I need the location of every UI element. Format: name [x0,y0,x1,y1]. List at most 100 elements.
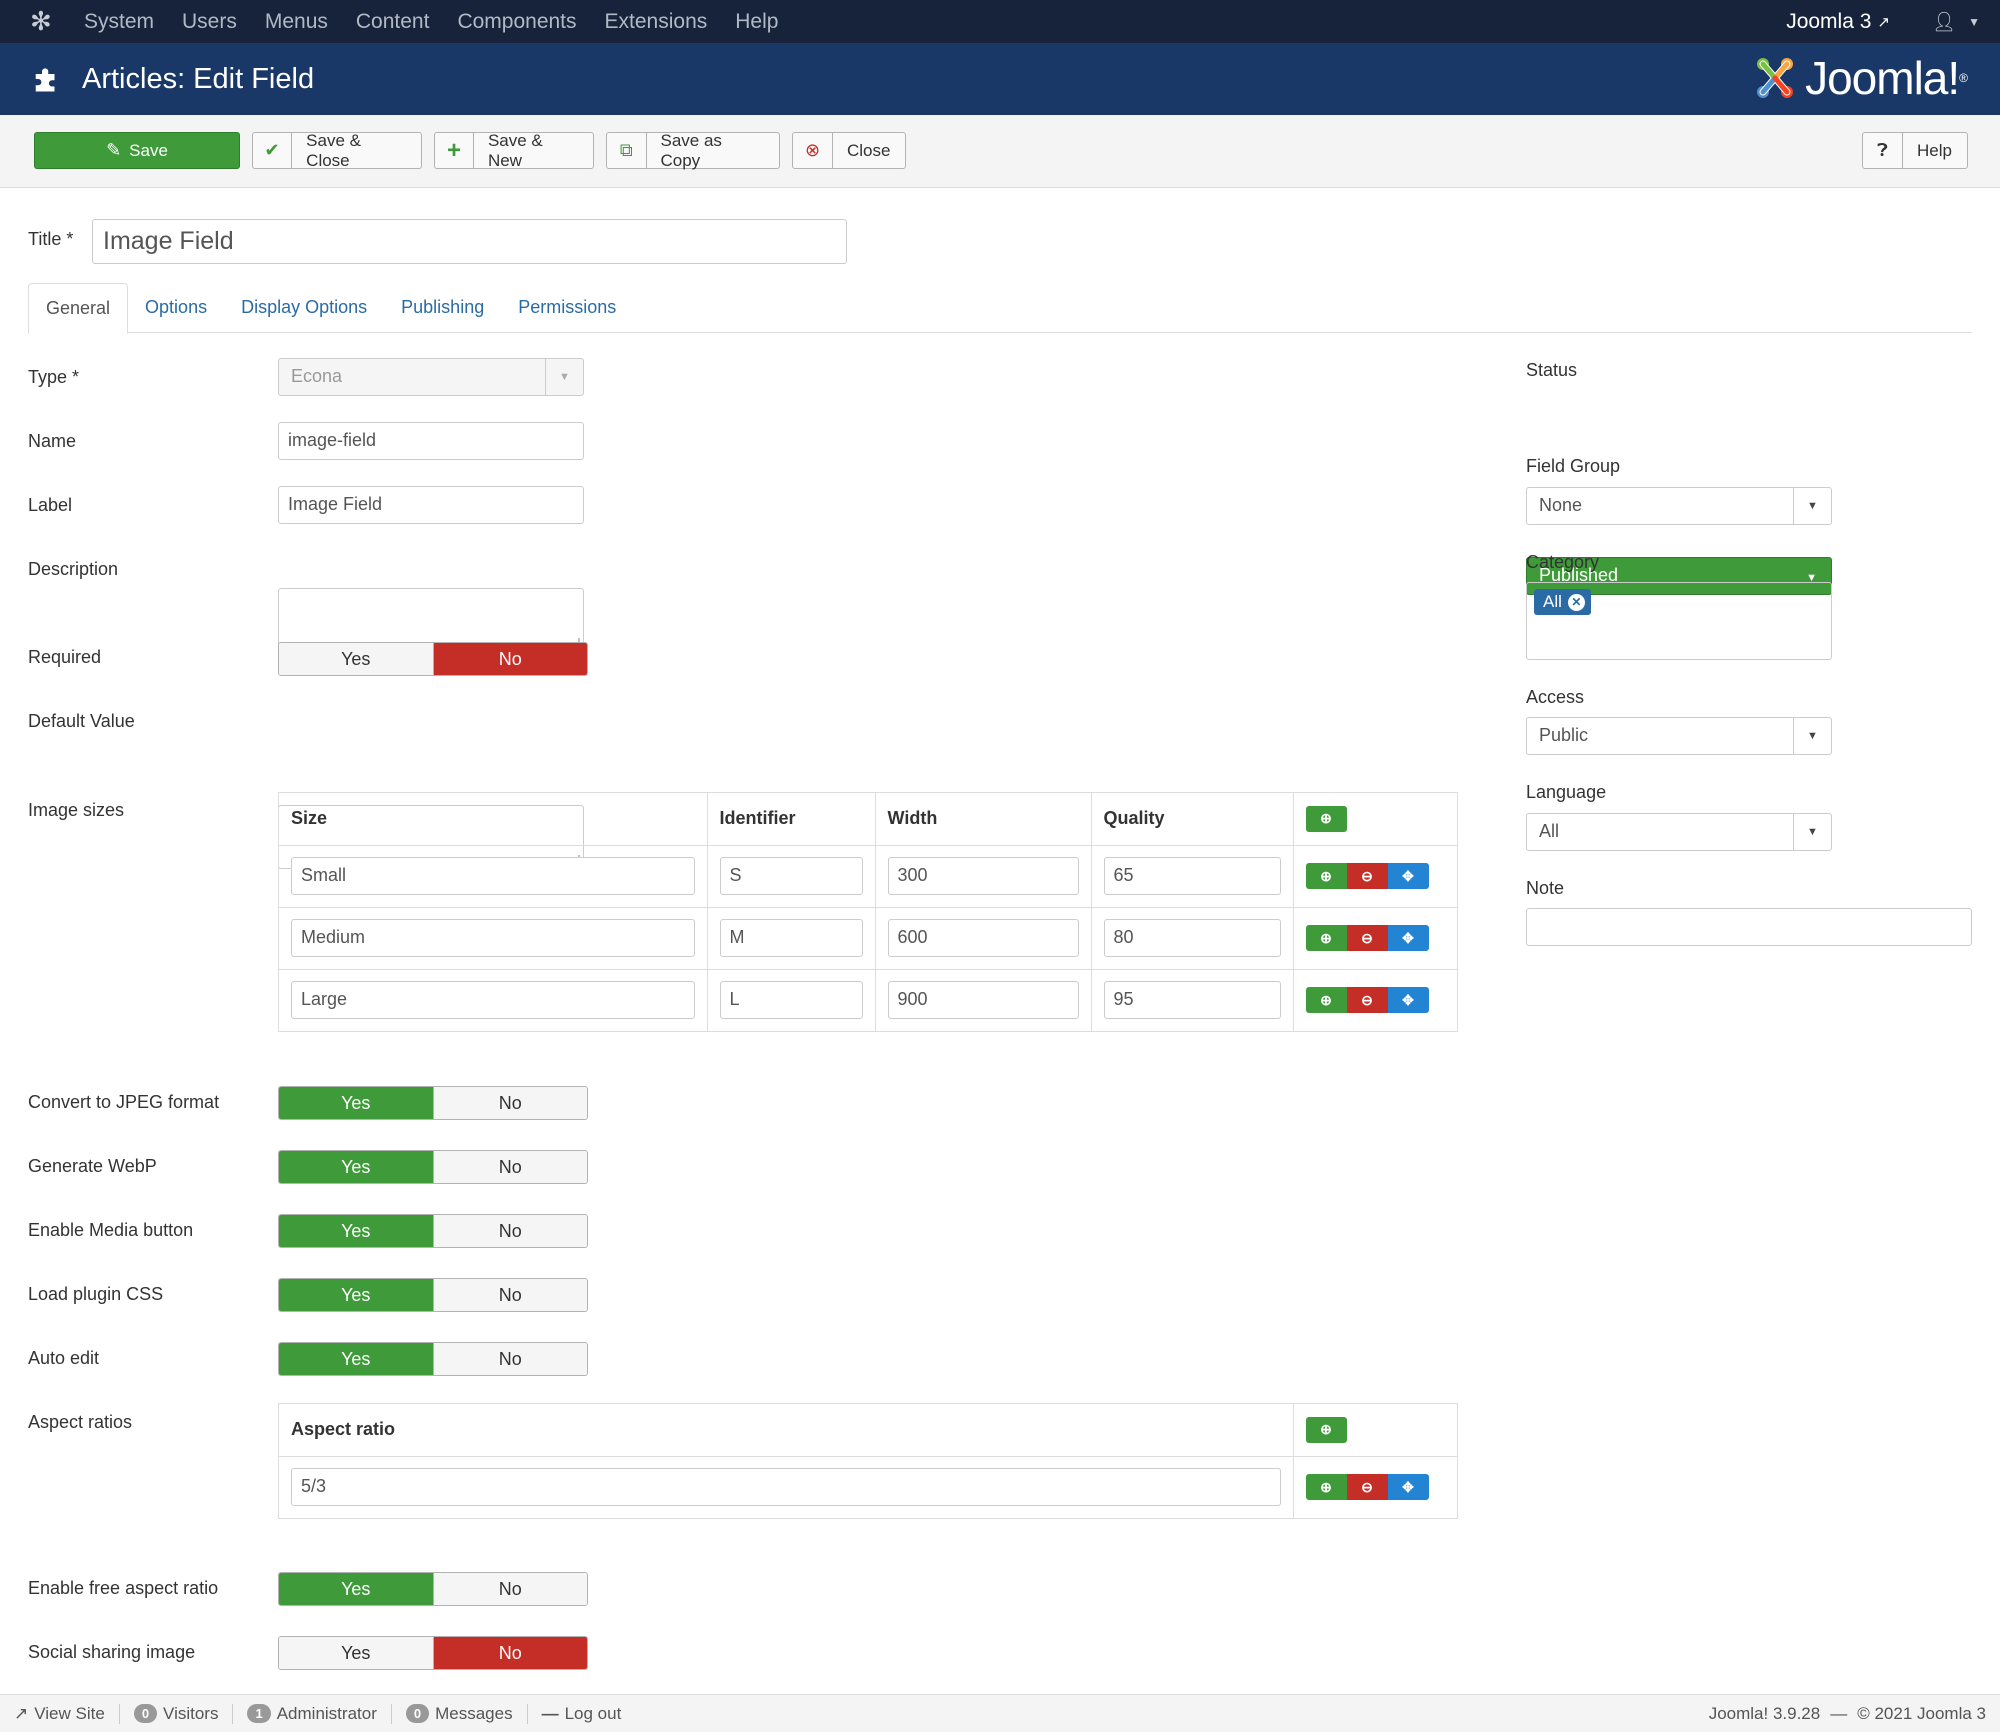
tab-display-options[interactable]: Display Options [224,283,384,332]
tab-general[interactable]: General [28,283,129,334]
save-button[interactable]: ✎ Save [34,132,240,169]
administrator-link[interactable]: 1 Administrator [232,1703,390,1724]
quality-input[interactable]: 65 [1103,857,1281,895]
webp-yes[interactable]: Yes [279,1151,433,1183]
auto-edit-toggle[interactable]: Yes No [278,1342,588,1376]
width-input[interactable]: 600 [887,919,1079,957]
tab-options[interactable]: Options [128,283,224,332]
width-input[interactable]: 900 [887,981,1079,1020]
media-button-no[interactable]: No [432,1215,587,1247]
quality-input[interactable]: 80 [1103,919,1281,957]
column-header-identifier: Identifier [707,793,876,846]
size-input[interactable]: Small [291,857,695,895]
add-row-button[interactable]: ⊕ [1305,987,1347,1014]
name-input[interactable]: image-field [278,422,584,460]
convert-jpeg-toggle[interactable]: Yes No [278,1086,588,1120]
plugin-css-toggle[interactable]: Yes No [278,1278,588,1312]
note-label: Note [1526,878,1565,898]
plugin-css-yes[interactable]: Yes [279,1279,433,1311]
auto-edit-no[interactable]: No [432,1343,587,1375]
remove-row-button[interactable]: ⊖ [1346,1474,1388,1501]
aspect-ratios-table: Aspect ratio ⊕ 5/3 ⊕ ⊖ ✥ [278,1403,1458,1519]
move-row-handle[interactable]: ✥ [1387,925,1429,951]
add-row-button[interactable]: ⊕ [1305,805,1347,832]
access-select[interactable]: Public ▼ [1526,717,1832,755]
menu-system[interactable]: System [84,10,154,34]
messages-link[interactable]: 0 Messages [390,1703,527,1724]
free-aspect-no[interactable]: No [432,1573,587,1605]
chevron-down-icon[interactable]: ▼ [1968,15,1980,29]
required-no[interactable]: No [432,643,587,675]
width-input[interactable]: 300 [887,857,1079,895]
size-input[interactable]: Large [291,981,695,1020]
free-aspect-toggle[interactable]: Yes No [278,1572,588,1606]
quality-input[interactable]: 95 [1103,981,1281,1020]
tab-publishing[interactable]: Publishing [384,283,501,332]
auto-edit-yes[interactable]: Yes [279,1343,433,1375]
size-input[interactable]: Medium [291,919,695,957]
plugin-css-no[interactable]: No [432,1279,587,1311]
menu-users[interactable]: Users [182,10,237,34]
visitors-link[interactable]: 0 Visitors [118,1703,233,1724]
identifier-input[interactable]: L [719,981,863,1020]
label-input[interactable]: Image Field [278,486,584,524]
save-copy-button[interactable]: ⧉ Save as Copy [606,131,780,170]
required-toggle[interactable]: Yes No [278,642,588,676]
identifier-input[interactable]: S [719,857,863,895]
logout-label: Log out [564,1703,622,1723]
title-input[interactable] [92,219,847,264]
move-row-handle[interactable]: ✥ [1387,987,1429,1014]
field-group-select[interactable]: None ▼ [1526,487,1832,525]
menu-extensions[interactable]: Extensions [605,10,708,34]
remove-chip-icon[interactable]: ✕ [1567,593,1585,611]
view-site-link[interactable]: ↗ View Site [0,1704,119,1724]
media-button-yes[interactable]: Yes [279,1215,433,1247]
social-sharing-yes[interactable]: Yes [279,1637,433,1669]
required-yes[interactable]: Yes [279,643,433,675]
save-new-button[interactable]: + Save & New [434,131,594,170]
close-button[interactable]: ⊗ Close [792,132,906,169]
save-close-button[interactable]: ✔ Save & Close [252,131,422,170]
convert-jpeg-yes[interactable]: Yes [279,1087,433,1119]
title-label: Title * [28,229,74,249]
add-row-button[interactable]: ⊕ [1305,1474,1347,1501]
joomla-menu-icon[interactable]: ✻ [30,6,62,37]
webp-toggle[interactable]: Yes No [278,1150,588,1184]
move-row-handle[interactable]: ✥ [1387,1474,1429,1501]
social-sharing-no[interactable]: No [432,1637,587,1669]
help-label: Help [1917,140,1952,160]
minus-circle-icon: ⊖ [1361,1478,1373,1495]
image-sizes-label: Image sizes [28,800,125,820]
identifier-input[interactable]: M [719,919,863,957]
add-row-button[interactable]: ⊕ [1305,863,1347,889]
user-icon[interactable]: 👤︎ [1932,10,1956,34]
menu-menus[interactable]: Menus [265,10,328,34]
remove-row-button[interactable]: ⊖ [1346,987,1388,1014]
field-group-label: Field Group [1526,456,1621,476]
webp-no[interactable]: No [432,1151,587,1183]
category-multiselect[interactable]: All ✕ [1526,582,1832,660]
social-sharing-toggle[interactable]: Yes No [278,1636,588,1670]
minus-circle-icon: ⊖ [1361,991,1373,1008]
remove-row-button[interactable]: ⊖ [1346,925,1388,951]
remove-row-button[interactable]: ⊖ [1346,863,1388,889]
convert-jpeg-no[interactable]: No [432,1087,587,1119]
plus-circle-icon: ⊕ [1320,929,1332,946]
aspect-ratio-input[interactable]: 5/3 [291,1468,1281,1507]
menu-help[interactable]: Help [735,10,778,34]
menu-components[interactable]: Components [457,10,576,34]
add-row-button[interactable]: ⊕ [1305,1416,1347,1443]
note-input[interactable] [1526,908,1972,946]
free-aspect-yes[interactable]: Yes [279,1573,433,1605]
plus-circle-icon: ⊕ [1320,1478,1332,1495]
media-button-toggle[interactable]: Yes No [278,1214,588,1248]
menu-content[interactable]: Content [356,10,430,34]
move-row-handle[interactable]: ✥ [1387,863,1429,889]
language-select[interactable]: All ▼ [1526,813,1832,851]
site-link[interactable]: Joomla 3 [1786,10,1871,34]
tab-permissions[interactable]: Permissions [501,283,633,332]
logout-link[interactable]: — Log out [526,1703,636,1724]
add-row-button[interactable]: ⊕ [1305,925,1347,951]
help-button[interactable]: ❓︎ Help [1862,132,1968,169]
table-header-row: Size Identifier Width Quality ⊕ [279,793,1457,846]
